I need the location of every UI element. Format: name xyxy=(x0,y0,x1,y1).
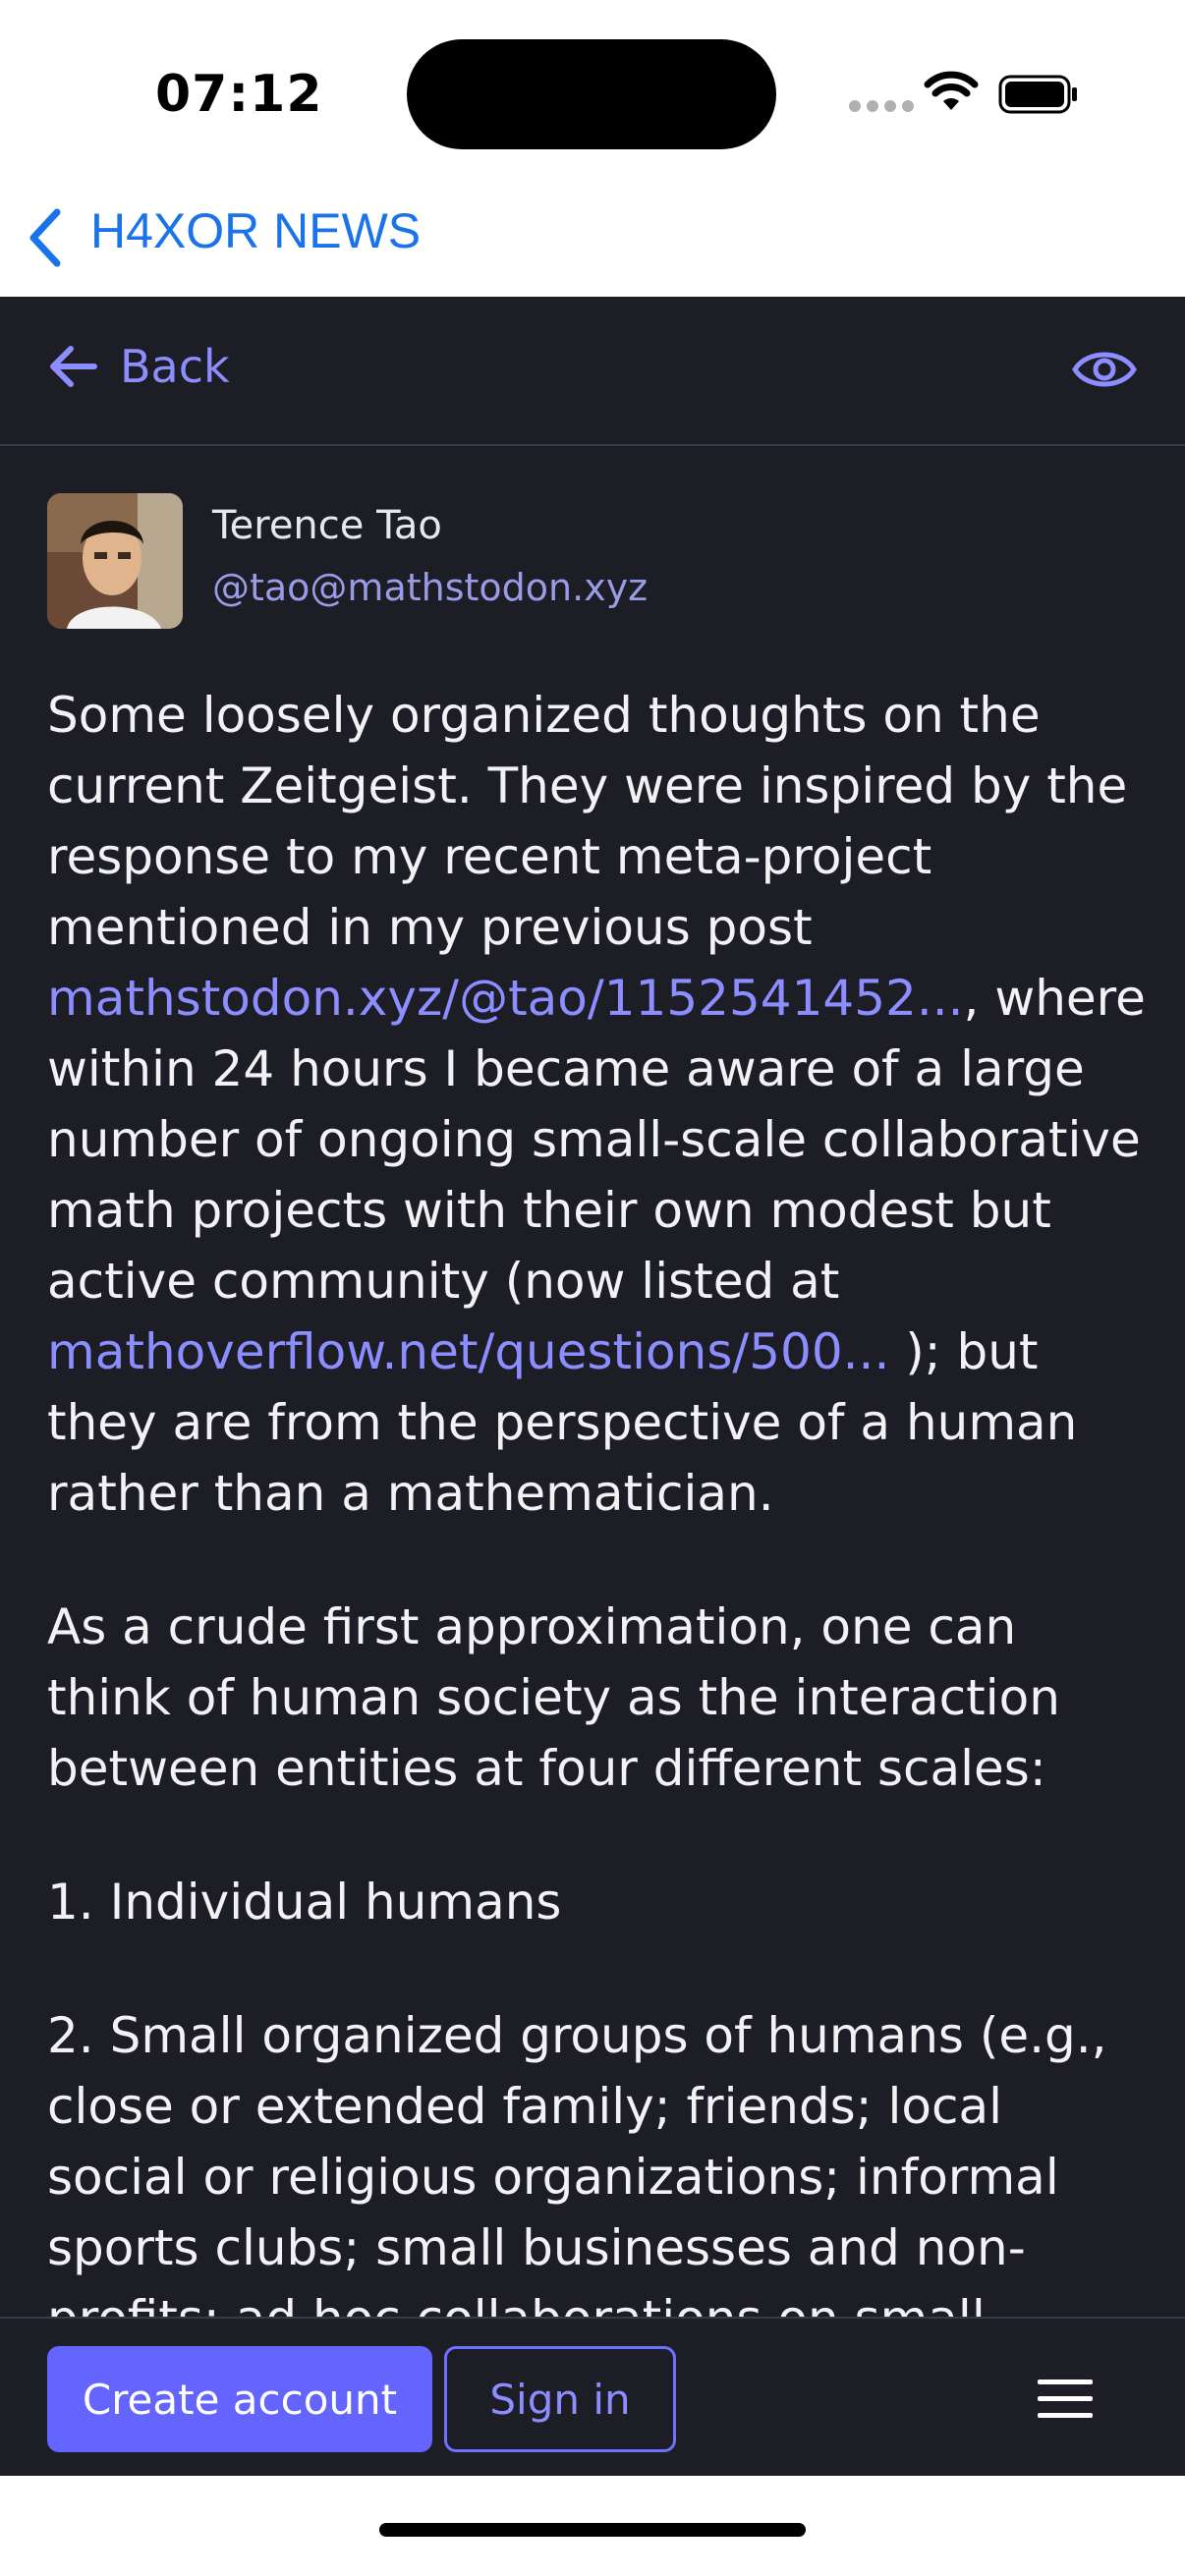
page-header: Back xyxy=(0,297,1185,446)
back-link[interactable]: Back xyxy=(47,340,230,393)
post-paragraph: 1. Individual humans xyxy=(47,1874,562,1931)
post-link-mathstodon[interactable]: mathstodon.xyz/@tao/1152541452... xyxy=(47,970,964,1027)
create-account-button[interactable]: Create account xyxy=(47,2346,432,2452)
author-handle[interactable]: @tao@mathstodon.xyz xyxy=(212,566,648,609)
author-name[interactable]: Terence Tao xyxy=(212,503,442,548)
post-paragraph: As a crude first approximation, one can … xyxy=(47,1598,1060,1797)
home-indicator[interactable] xyxy=(379,2523,806,2537)
browser-back-button[interactable]: H4XOR NEWS xyxy=(0,187,452,297)
hamburger-menu-icon[interactable] xyxy=(1038,2380,1093,2419)
wifi-icon xyxy=(924,71,979,110)
avatar[interactable] xyxy=(47,493,183,629)
browser-nav-bar: H4XOR NEWS xyxy=(0,187,1185,297)
battery-icon xyxy=(998,75,1077,114)
chevron-left-icon xyxy=(29,208,61,267)
eye-icon[interactable] xyxy=(1071,342,1138,397)
status-time: 07:12 xyxy=(155,65,323,124)
dynamic-island xyxy=(407,39,776,149)
post-paragraph: Some loosely organized thoughts on the c… xyxy=(47,680,1148,1529)
avatar-image xyxy=(47,493,183,629)
cellular-signal-icon xyxy=(849,100,914,112)
home-indicator-area xyxy=(0,2476,1185,2576)
post-body: Some loosely organized thoughts on the c… xyxy=(47,680,1148,2476)
sign-in-button[interactable]: Sign in xyxy=(444,2346,676,2452)
web-content: Back Terence Tao @tao@mathstodon.xyz Som… xyxy=(0,297,1185,2476)
post-author: Terence Tao @tao@mathstodon.xyz xyxy=(47,493,1138,631)
back-label: Back xyxy=(120,340,230,393)
arrow-left-icon xyxy=(50,346,97,387)
browser-nav-title: H4XOR NEWS xyxy=(90,203,422,258)
post-link-mathoverflow[interactable]: mathoverflow.net/questions/500... xyxy=(47,1323,889,1380)
status-bar: 07:12 xyxy=(0,0,1185,187)
post-text: Some loosely organized thoughts on the c… xyxy=(47,687,1128,956)
bottom-action-bar: Create account Sign in xyxy=(0,2317,1185,2478)
